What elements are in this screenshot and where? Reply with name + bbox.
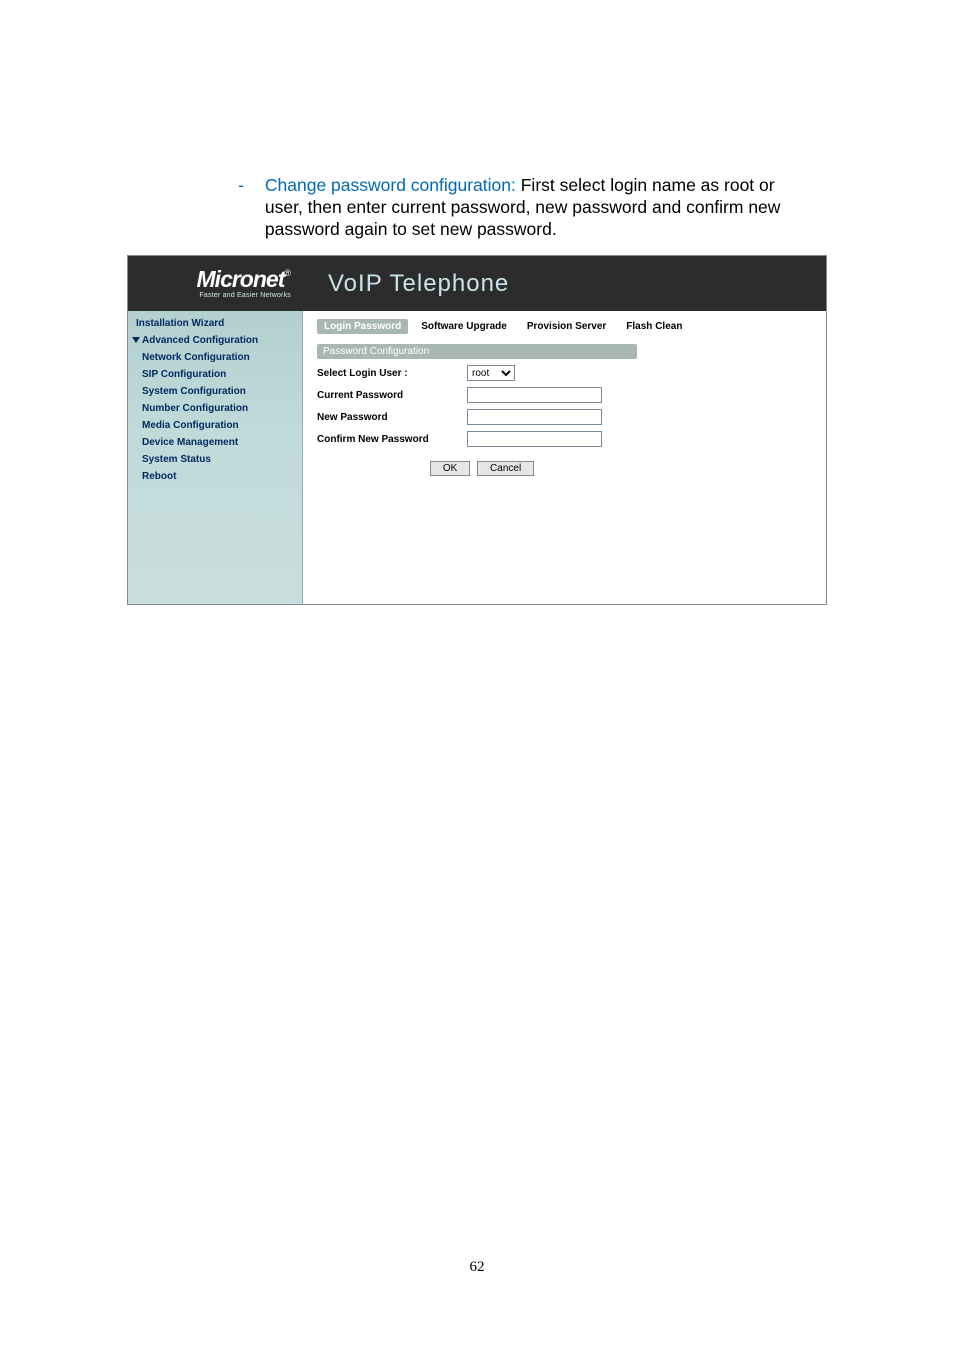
screenshot-panel: Micronet® Faster and Easier Networks VoI…: [127, 255, 827, 605]
content-pane: Login Password Software Upgrade Provisio…: [303, 311, 826, 604]
tab-flash-clean[interactable]: Flash Clean: [619, 319, 689, 334]
sidebar-item-network[interactable]: Network Configuration: [128, 349, 302, 366]
tab-software-upgrade[interactable]: Software Upgrade: [414, 319, 514, 334]
instruction-body: Change password configuration: First sel…: [265, 175, 815, 241]
section-header: Password Configuration: [317, 344, 637, 359]
sidebar-item-reboot[interactable]: Reboot: [128, 468, 302, 485]
brand-tagline: Faster and Easier Networks: [128, 292, 291, 299]
tab-bar: Login Password Software Upgrade Provisio…: [317, 319, 812, 334]
chevron-down-icon: [132, 337, 140, 343]
tab-login-password[interactable]: Login Password: [317, 319, 408, 334]
sidebar-item-system[interactable]: System Configuration: [128, 383, 302, 400]
new-password-input[interactable]: [467, 409, 602, 425]
row-new-password: New Password: [317, 409, 812, 425]
ok-button[interactable]: OK: [430, 461, 470, 476]
logo-block: Micronet® Faster and Easier Networks: [128, 268, 303, 299]
sidebar-item-sip[interactable]: SIP Configuration: [128, 366, 302, 383]
logo-line: Micronet®: [128, 268, 291, 292]
sidebar-item-media[interactable]: Media Configuration: [128, 417, 302, 434]
new-password-label: New Password: [317, 412, 467, 423]
page-title: VoIP Telephone: [328, 270, 509, 298]
sidebar-item-number[interactable]: Number Configuration: [128, 400, 302, 417]
confirm-password-label: Confirm New Password: [317, 434, 467, 445]
current-password-input[interactable]: [467, 387, 602, 403]
page-number: 62: [0, 1259, 954, 1276]
screenshot-header: Micronet® Faster and Easier Networks VoI…: [128, 256, 826, 311]
row-select-user: Select Login User : root: [317, 365, 812, 381]
instruction-highlight: Change password configuration:: [265, 175, 516, 195]
bullet-dash: -: [222, 175, 260, 197]
instruction-paragraph: - Change password configuration: First s…: [222, 175, 817, 241]
screenshot-body: Installation Wizard Advanced Configurati…: [128, 311, 826, 604]
row-confirm-password: Confirm New Password: [317, 431, 812, 447]
brand-reg: ®: [284, 268, 291, 278]
sidebar-group-label: Advanced Configuration: [142, 335, 258, 346]
tab-provision-server[interactable]: Provision Server: [520, 319, 613, 334]
confirm-password-input[interactable]: [467, 431, 602, 447]
sidebar-item-device[interactable]: Device Management: [128, 434, 302, 451]
select-login-user[interactable]: root: [467, 365, 515, 381]
sidebar-group-advanced[interactable]: Advanced Configuration: [128, 332, 302, 349]
select-user-label: Select Login User :: [317, 368, 467, 379]
brand-name: Micronet: [197, 266, 285, 292]
button-row: OK Cancel: [317, 461, 647, 476]
sidebar: Installation Wizard Advanced Configurati…: [128, 311, 303, 604]
sidebar-item-installation-wizard[interactable]: Installation Wizard: [128, 315, 302, 332]
sidebar-item-status[interactable]: System Status: [128, 451, 302, 468]
current-password-label: Current Password: [317, 390, 467, 401]
cancel-button[interactable]: Cancel: [477, 461, 534, 476]
row-current-password: Current Password: [317, 387, 812, 403]
